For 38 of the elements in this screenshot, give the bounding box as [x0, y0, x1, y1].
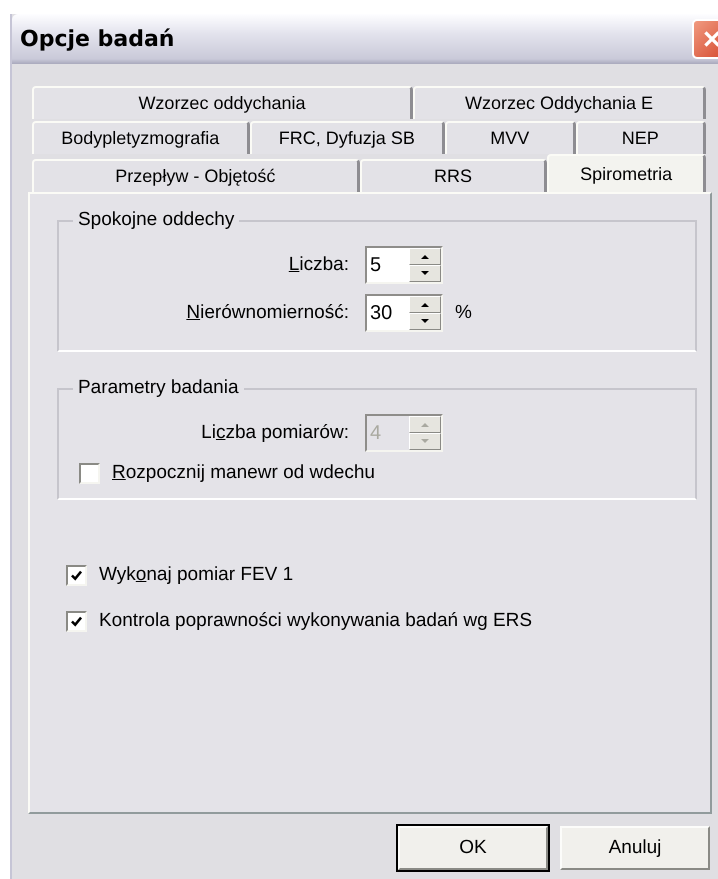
spin-field[interactable]: 30 — [365, 294, 443, 332]
dialog-button[interactable]: OK — [398, 826, 548, 870]
tab[interactable]: NEP — [576, 121, 706, 154]
spin-up-button[interactable] — [409, 296, 441, 313]
group-title: Parametry badania — [73, 377, 244, 399]
group-title: Spokojne oddechy — [73, 209, 240, 231]
checkbox[interactable] — [79, 462, 100, 484]
checkbox-label: Rozpocznij manewr od wdechu — [112, 462, 375, 484]
unit-label: % — [454, 302, 473, 324]
triangle-down-icon — [421, 271, 429, 276]
window-title: Opcje badań — [20, 26, 174, 52]
tab[interactable]: Wzorzec oddychania — [32, 86, 413, 119]
checkbox-label: Wykonaj pomiar FEV 1 — [99, 564, 294, 586]
field-label: Nierównomierność: — [186, 302, 349, 324]
tab[interactable]: MVV — [445, 121, 576, 154]
triangle-up-icon — [421, 302, 429, 307]
triangle-down-icon — [421, 439, 429, 444]
spin-down-button[interactable] — [409, 313, 441, 330]
field-label: Liczba pomiarów: — [201, 422, 349, 444]
dialog-button[interactable]: Anuluj — [560, 826, 710, 870]
checkmark-icon — [70, 568, 83, 582]
checkbox[interactable] — [66, 610, 87, 632]
field-label: Liczba: — [288, 254, 349, 276]
tab[interactable]: FRC, Dyfuzja SB — [250, 121, 446, 154]
checkbox[interactable] — [66, 564, 87, 586]
triangle-down-icon — [421, 319, 429, 324]
tab[interactable]: RRS — [360, 159, 548, 192]
tab[interactable]: Spirometria — [547, 154, 706, 192]
tab[interactable]: Wzorzec Oddychania E — [412, 86, 706, 119]
triangle-up-icon — [421, 422, 429, 427]
spin-field[interactable]: 5 — [365, 246, 443, 284]
spin-down-button[interactable] — [409, 265, 441, 282]
checkbox-label: Kontrola poprawności wykonywania badań wg ERS — [99, 610, 532, 632]
spin-up-button[interactable] — [409, 248, 441, 265]
checkmark-icon — [70, 614, 83, 628]
tab[interactable]: Przepływ - Objętość — [32, 159, 360, 192]
tab[interactable]: Bodypletyzmografia — [32, 121, 250, 154]
triangle-up-icon — [421, 254, 429, 259]
